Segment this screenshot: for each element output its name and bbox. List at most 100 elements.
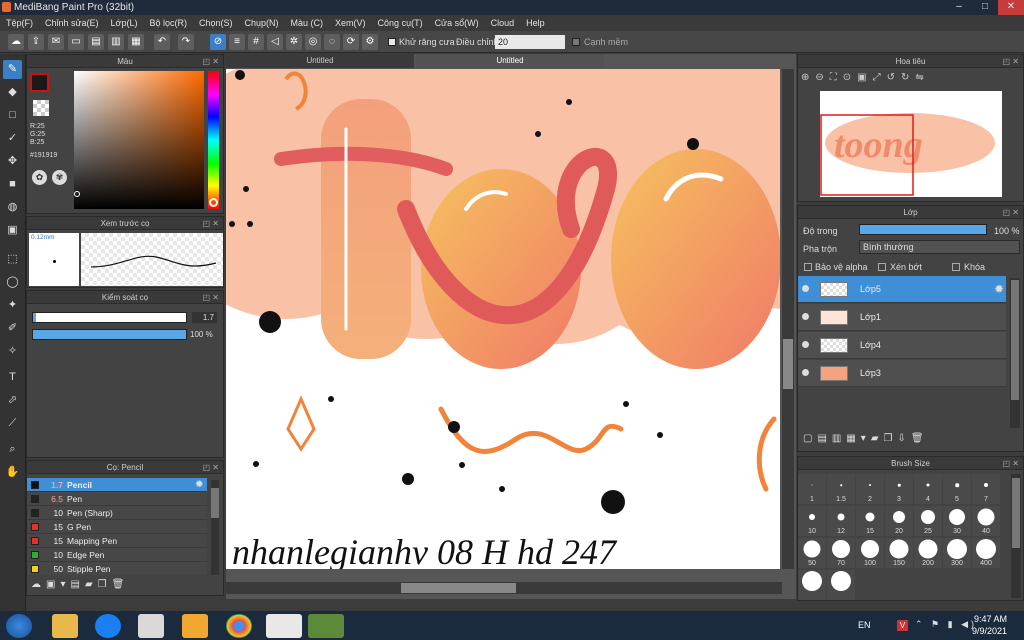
new-8bit-layer-icon[interactable]: ▥ <box>832 433 846 444</box>
eye-icon[interactable] <box>802 285 809 292</box>
snap-circle-icon[interactable]: ◎ <box>305 34 321 50</box>
menu-help[interactable]: Help <box>520 15 551 31</box>
flip-icon[interactable]: ⇋ <box>915 72 929 83</box>
edge-checkbox[interactable] <box>572 38 580 46</box>
snap-grid-icon[interactable]: # <box>248 34 264 50</box>
brush-size-200[interactable]: 200 <box>914 538 942 568</box>
menu-snap[interactable]: Chụp(N) <box>239 15 285 31</box>
panel-menu-icon[interactable]: ◰ ✕ <box>1003 457 1019 470</box>
save-icon[interactable]: ▥ <box>108 34 124 50</box>
color-set-icon[interactable]: ✾ <box>52 170 67 185</box>
brush-delete-icon[interactable]: 🗑 <box>112 579 130 590</box>
brush-size-5[interactable]: 5 <box>943 474 971 504</box>
protect-alpha-checkbox[interactable] <box>804 263 812 271</box>
operation-tool-icon[interactable]: ⬀ <box>3 391 22 410</box>
panel-menu-icon[interactable]: ◰ ✕ <box>203 55 219 68</box>
brush-item-edge-pen[interactable]: 10 Edge Pen <box>27 548 207 562</box>
layer-folder-icon[interactable]: ▰ <box>871 433 884 444</box>
menu-layer[interactable]: Lớp(L) <box>105 15 144 31</box>
duplicate-layer-icon[interactable]: ❐ <box>884 433 898 444</box>
snap-radial-icon[interactable]: ✲ <box>286 34 302 50</box>
zoom-actual-icon[interactable]: ▣ <box>857 72 872 83</box>
lasso-tool-icon[interactable]: ◯ <box>3 273 22 292</box>
drawing-canvas[interactable]: nhanlegianhv 08 H hd 247 <box>226 69 780 569</box>
lock-checkbox[interactable] <box>952 263 960 271</box>
brush-size-10[interactable]: 10 <box>798 506 826 536</box>
brush-item-stipple-pen[interactable]: 50 Stipple Pen <box>27 562 207 575</box>
brush-size-3[interactable]: 3 <box>885 474 913 504</box>
panel-menu-icon[interactable]: ◰ ✕ <box>203 217 219 230</box>
brush-duplicate-icon[interactable]: ❐ <box>98 579 112 590</box>
gradient-tool-icon[interactable]: ▣ <box>3 221 22 240</box>
tray-icons[interactable]: ⌃ ⚑ ▮ ◀) <box>915 619 977 630</box>
canvas-vertical-scrollbar[interactable] <box>782 69 794 569</box>
panel-menu-icon[interactable]: ◰ ✕ <box>203 291 219 304</box>
layer-row-4[interactable]: Lớp4 <box>798 332 1006 359</box>
menu-file[interactable]: Tệp(F) <box>0 15 39 31</box>
new-layer-icon[interactable]: ▢ <box>803 433 817 444</box>
layer-row-3[interactable]: Lớp3 <box>798 360 1006 387</box>
brush-item-pen-sharp[interactable]: 10 Pen (Sharp) <box>27 506 207 520</box>
eraser-tool-icon[interactable]: ◆ <box>3 83 22 102</box>
add-layer-menu-icon[interactable]: ▦▾ <box>846 433 870 444</box>
color-cursor[interactable] <box>74 191 80 197</box>
brush-size-value[interactable]: 1.7 <box>192 312 217 323</box>
brush-opacity-value[interactable]: 100 % <box>190 329 213 340</box>
minimize-icon[interactable]: – <box>946 0 972 15</box>
dot-tool-icon[interactable]: □ <box>3 106 22 125</box>
menu-filter[interactable]: Bộ lọc(R) <box>143 15 193 31</box>
bucket-tool-icon[interactable]: ◍ <box>3 198 22 217</box>
fit-icon[interactable]: ⛶ <box>830 72 843 83</box>
tab-untitled-2[interactable]: Untitled <box>416 54 604 68</box>
layer-opacity-slider[interactable] <box>859 224 987 235</box>
file-explorer-icon[interactable] <box>52 614 78 638</box>
brush-size-30[interactable]: 30 <box>943 506 971 536</box>
brush-item-pen[interactable]: 6.5 Pen <box>27 492 207 506</box>
brush-add-menu-icon[interactable]: ▾ <box>60 579 70 590</box>
brush-size-40[interactable]: 40 <box>972 506 1000 536</box>
brush-size-1[interactable]: 1 <box>798 474 826 504</box>
pen-tool-icon[interactable]: ✓ <box>3 129 22 148</box>
divide-tool-icon[interactable]: ⟋ <box>3 414 22 433</box>
rotate-right-icon[interactable]: ↻ <box>901 72 915 83</box>
zoom-100-icon[interactable]: ⊙ <box>843 72 857 83</box>
save-as-icon[interactable]: ▦ <box>128 34 144 50</box>
brush-folder-icon[interactable]: ▰ <box>85 579 98 590</box>
transparent-swatch[interactable] <box>33 100 49 116</box>
text-tool-icon[interactable]: T <box>3 368 22 387</box>
brush-size-150[interactable]: 150 <box>885 538 913 568</box>
eye-icon[interactable] <box>802 341 809 348</box>
layer-opacity-value[interactable]: 100 % <box>994 226 1020 236</box>
app-icon[interactable] <box>182 614 208 638</box>
brush-item-g-pen[interactable]: 15 G Pen <box>27 520 207 534</box>
brush-opacity-slider[interactable] <box>32 329 187 340</box>
message-icon[interactable]: ▭ <box>68 34 84 50</box>
palette-icon[interactable]: ✿ <box>32 170 47 185</box>
hue-slider[interactable] <box>208 71 219 209</box>
brush-size-25[interactable]: 25 <box>914 506 942 536</box>
brush-size-400[interactable]: 400 <box>972 538 1000 568</box>
menu-select[interactable]: Chọn(S) <box>193 15 239 31</box>
layer-row-5[interactable]: Lớp5 ✹ <box>798 276 1006 303</box>
select-eraser-icon[interactable]: ✧ <box>3 342 22 361</box>
editor-taskbar-icon[interactable] <box>308 614 344 638</box>
zoom-out-icon[interactable]: ⊖ <box>815 72 829 83</box>
brush-add-icon[interactable]: ▣ <box>46 579 60 590</box>
new-halftone-layer-icon[interactable]: ▤ <box>817 433 831 444</box>
file-icon[interactable]: ▤ <box>88 34 104 50</box>
menu-tools[interactable]: Công cụ(T) <box>372 15 429 31</box>
panel-menu-icon[interactable]: ◰ ✕ <box>203 461 219 474</box>
brush-size-20[interactable]: 20 <box>885 506 913 536</box>
brush-size-500[interactable] <box>798 570 826 600</box>
brush-size-2[interactable]: 2 <box>856 474 884 504</box>
redo-icon[interactable]: ↷ <box>178 34 194 50</box>
start-button[interactable] <box>6 614 32 638</box>
delete-layer-icon[interactable]: 🗑 <box>911 433 929 444</box>
brush-size-100[interactable]: 100 <box>856 538 884 568</box>
brush-size-700[interactable] <box>827 570 855 600</box>
brush-list-scrollbar[interactable] <box>211 480 219 575</box>
unikey-icon[interactable] <box>138 614 164 638</box>
magic-wand-icon[interactable]: ✦ <box>3 296 22 315</box>
zalo-icon[interactable] <box>95 614 121 638</box>
upload-icon[interactable]: ⇪ <box>28 34 44 50</box>
